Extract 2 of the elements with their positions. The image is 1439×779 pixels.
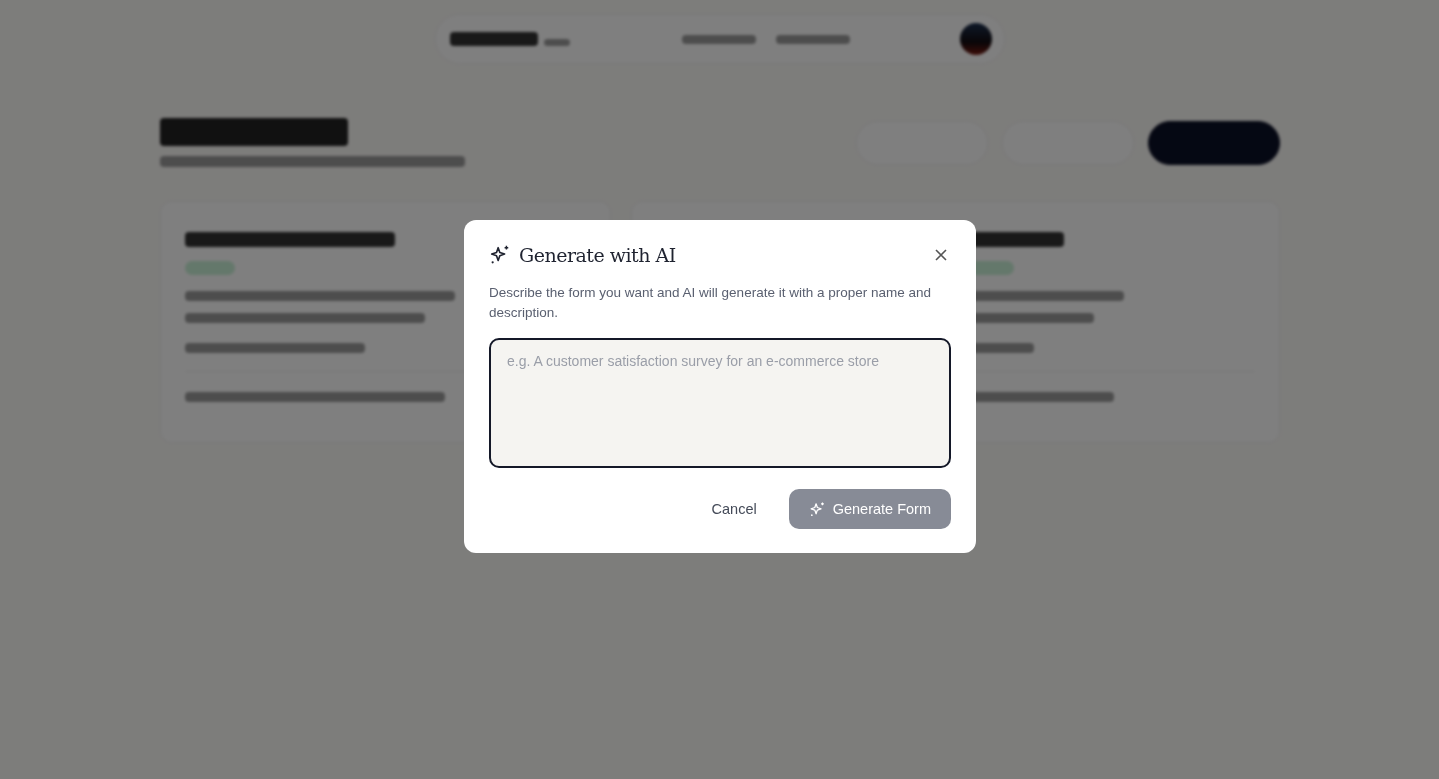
- dialog-title: Generate with AI: [519, 244, 677, 266]
- dialog-description: Describe the form you want and AI will generate it with a proper name and description.: [489, 284, 932, 322]
